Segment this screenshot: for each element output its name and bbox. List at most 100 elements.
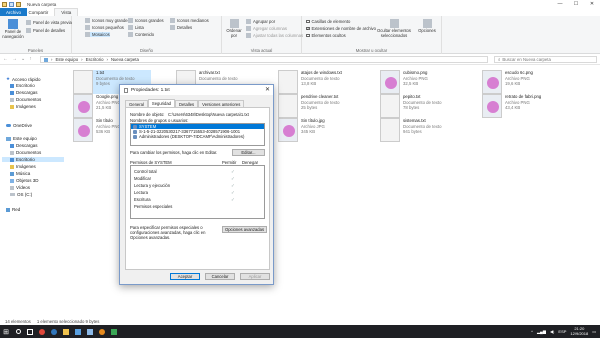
task-view-icon[interactable] [24, 325, 36, 338]
notifications-icon[interactable]: ▭ [592, 329, 596, 334]
list-item[interactable]: Administradores (DESKTOP-7IDCAMF\Adminis… [131, 134, 264, 139]
media-player-icon[interactable] [96, 325, 108, 338]
group-by-button[interactable]: Agrupar por [246, 19, 275, 24]
new-folder-icon[interactable] [16, 1, 21, 7]
nav-pane-icon [8, 19, 18, 29]
minimize-button[interactable]: — [552, 0, 568, 8]
path-box[interactable]: › Este equipo › Escritorio › Nueva carpe… [40, 56, 488, 63]
chevron-right-icon: › [51, 57, 53, 62]
check-icon: ✓ [231, 169, 235, 174]
nav-item-escritorio[interactable]: Escritorio [10, 83, 35, 88]
volume-icon[interactable]: ◀) [550, 329, 554, 334]
file-extensions-toggle[interactable]: Extensiones de nombre de archivo [306, 26, 376, 31]
file-item-cubismo[interactable]: cubismo.png Archivo PNG 32,5 KB [380, 70, 428, 94]
permissions-table: Control total ✓ Modificar ✓ Lectura y ejec… [130, 165, 265, 219]
apply-button[interactable]: Aplicar [240, 273, 270, 280]
tab-archivo[interactable]: Archivo [0, 8, 28, 16]
groups-listbox[interactable]: SYSTEM S-1-5-21-3220530217-3367715553-40… [130, 123, 265, 146]
nav-item-acceso-rapido[interactable]: ★ Acceso rápido [6, 76, 41, 82]
nav-item-onedrive[interactable]: OneDrive [6, 123, 32, 128]
nav-item-descargas[interactable]: Descargas [10, 90, 38, 95]
layout-medium[interactable]: Iconos medianos [170, 18, 209, 23]
ribbon-tabs: Archivo Inicio Compartir Vista [0, 8, 600, 16]
search-box[interactable]: ⌕ Buscar en Nueva carpeta [494, 56, 597, 63]
chevron-up-icon[interactable]: ^ [531, 329, 533, 334]
recent-dropdown-icon[interactable]: ⌄ [21, 56, 25, 62]
options-button[interactable]: Opciones [416, 19, 438, 33]
store-icon[interactable] [72, 325, 84, 338]
back-arrow-icon[interactable]: ← [3, 56, 8, 62]
network-icon[interactable]: ▂▄▆ [537, 329, 546, 334]
tab-compartir[interactable]: Compartir [23, 8, 55, 16]
close-icon[interactable]: ✕ [265, 86, 270, 93]
layout-large[interactable]: Iconos grandes [128, 18, 164, 23]
details-pane-icon [26, 28, 31, 33]
forward-arrow-icon[interactable]: → [12, 56, 17, 62]
nav-item-red[interactable]: Red [6, 207, 20, 212]
quick-access-toolbar [0, 1, 21, 7]
ok-button[interactable]: Aceptar [170, 273, 200, 280]
folder-icon[interactable] [60, 325, 72, 338]
nav-item-escritorio-pc[interactable]: Escritorio [2, 157, 64, 162]
breadcrumb-este-equipo[interactable]: Este equipo [55, 57, 78, 62]
nav-item-disco-c[interactable]: OS (C:) [10, 192, 32, 197]
preview-pane-button[interactable]: Panel de vista previa [26, 20, 72, 25]
mail-icon[interactable] [84, 325, 96, 338]
close-button[interactable]: ✕ [584, 0, 600, 8]
fit-columns-button[interactable]: Ajustar todas las columnas [246, 33, 303, 38]
breadcrumb-nueva-carpeta[interactable]: Nueva carpeta [111, 57, 139, 62]
layout-extra-large[interactable]: Iconos muy grandes [85, 18, 130, 23]
layout-list[interactable]: Lista [128, 25, 144, 30]
taskbar: ⊞ ^ ▂▄▆ ◀) ESP 21:20 12/9/2018 ▭ [0, 325, 600, 338]
item-checkboxes-toggle[interactable]: Casillas de elemento [306, 19, 350, 24]
layout-details[interactable]: Detalles [170, 25, 192, 30]
hide-selected-button[interactable]: Ocultar elementos seleccionados [374, 19, 414, 38]
up-arrow-icon[interactable]: ↑ [29, 56, 32, 62]
nav-item-videos[interactable]: Vídeos [10, 185, 30, 190]
file-item-pepito[interactable]: pepito.txt Documento de texto 78 bytes [380, 94, 441, 118]
file-item-retrato[interactable]: retrato de fabri.png Archivo PNG 43,4 KB [482, 94, 541, 118]
hidden-items-toggle[interactable]: Elementos ocultos [306, 33, 346, 38]
nav-item-documentos-pc[interactable]: Documentos [10, 150, 41, 155]
nav-item-documentos[interactable]: Documentos [10, 97, 41, 102]
add-columns-button[interactable]: Agregar columnas [246, 26, 287, 31]
edge-icon[interactable] [48, 325, 60, 338]
maximize-button[interactable]: ☐ [568, 0, 584, 8]
table-row: Modificar ✓ [134, 176, 235, 181]
sort-by-button[interactable]: Ordenar por [225, 19, 243, 38]
search-icon[interactable] [12, 325, 24, 338]
edit-button[interactable]: Editar... [232, 149, 265, 156]
dialog-title-bar: Propiedades: 1.txt ✕ [120, 85, 273, 95]
chrome-icon[interactable] [36, 325, 48, 338]
dialog-title: Propiedades: 1.txt [131, 87, 170, 93]
file-item-sin-titulo-jpg[interactable]: Sin título.jpg Archivo JPG 345 KB [278, 118, 325, 142]
nav-item-este-equipo[interactable]: Este equipo [6, 136, 37, 141]
nav-item-objetos-3d[interactable]: Objetos 3D [10, 178, 39, 183]
app-icon[interactable] [108, 325, 120, 338]
nav-item-imagenes-pc[interactable]: Imágenes [10, 164, 36, 169]
layout-content[interactable]: Contenido [128, 32, 154, 37]
nav-item-descargas-pc[interactable]: Descargas [10, 143, 38, 148]
file-item-google[interactable]: Google.png Archivo PNG 21,5 KB [73, 94, 121, 118]
nav-pane-button[interactable]: Panel de navegación [2, 19, 24, 39]
properties-icon[interactable] [9, 1, 14, 7]
special-permissions-text: Para especificar permisos especiales o c… [130, 225, 206, 240]
layout-small[interactable]: Iconos pequeños [85, 25, 124, 30]
tab-vista[interactable]: Vista [54, 8, 79, 16]
advanced-options-button[interactable]: Opciones avanzadas [222, 226, 267, 233]
file-item-pendrive[interactable]: pendrive cleaner.txt Documento de texto 25… [278, 94, 339, 118]
windows-start-icon[interactable]: ⊞ [0, 325, 12, 338]
breadcrumb-escritorio[interactable]: Escritorio [86, 57, 104, 62]
language-indicator[interactable]: ESP [558, 329, 566, 334]
file-item-escudo[interactable]: escudo 6c.png Archivo PNG 19,6 KB [482, 70, 533, 94]
nav-item-imagenes[interactable]: Imágenes [10, 104, 36, 109]
layout-tiles[interactable]: Mosaicos [85, 32, 110, 37]
file-item-sin-titulo[interactable]: Sin título Archivo PNG 536 KB [73, 118, 121, 142]
details-pane-button[interactable]: Panel de detalles [26, 28, 65, 33]
cancel-button[interactable]: Cancelar [205, 273, 235, 280]
file-item-atajos[interactable]: atajos de windows.txt Documento de texto 1… [278, 70, 342, 94]
file-item-sistemas[interactable]: sistemas.txt Documento de texto 941 bytes [380, 118, 441, 142]
image-file-icon [482, 94, 502, 118]
nav-item-musica[interactable]: Música [10, 171, 30, 176]
clock[interactable]: 21:20 12/9/2018 [570, 326, 588, 336]
